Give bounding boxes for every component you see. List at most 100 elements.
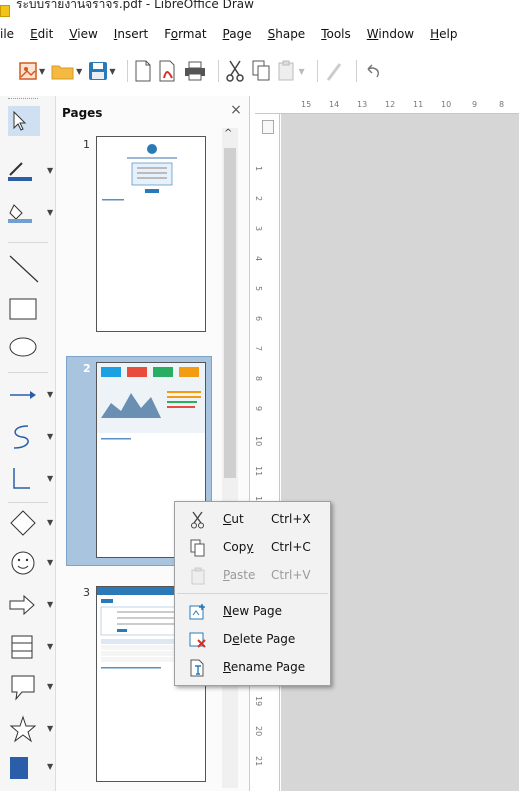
export-pdf-button[interactable]	[158, 57, 178, 85]
paste-icon	[278, 60, 294, 81]
menu-format[interactable]: Format	[156, 27, 214, 41]
paste-button[interactable]: ▼	[277, 57, 305, 85]
menu-page[interactable]: Page	[215, 27, 260, 41]
undo-button[interactable]	[363, 57, 383, 85]
ruler-tick: 4	[254, 256, 263, 262]
chevron-down-icon[interactable]: ▼	[47, 208, 53, 217]
menu-help[interactable]: Help	[422, 27, 465, 41]
line-color-tool[interactable]: ▼	[8, 156, 54, 186]
flowchart-tool[interactable]: ▼	[8, 632, 54, 662]
ruler-tick: 21	[254, 756, 263, 767]
stars-tool[interactable]: ▼	[8, 714, 54, 744]
chevron-down-icon[interactable]: ▼	[47, 724, 53, 733]
basic-shapes-tool[interactable]: ▼	[8, 508, 54, 538]
paste-icon	[191, 567, 205, 585]
ruler-tick: 2	[254, 196, 263, 202]
open-button[interactable]: ▼	[51, 57, 82, 85]
drawing-canvas[interactable]	[281, 114, 519, 791]
connectors-tool[interactable]: ▼	[8, 464, 54, 494]
copy-icon	[252, 60, 270, 81]
select-tool[interactable]	[8, 106, 40, 136]
menu-window[interactable]: Window	[359, 27, 422, 41]
menu-item-shortcut: Ctrl+X	[271, 512, 311, 526]
chevron-down-icon[interactable]: ▼	[47, 432, 53, 441]
block-arrows-tool[interactable]: ▼	[8, 590, 54, 620]
chevron-down-icon[interactable]: ▼	[47, 762, 53, 771]
fill-color-icon	[8, 204, 32, 223]
chevron-down-icon[interactable]: ▼	[47, 642, 53, 651]
chevron-down-icon[interactable]: ▼	[47, 600, 53, 609]
horizontal-ruler[interactable]: 15 14 13 12 11 10 9 8	[255, 96, 519, 114]
chevron-down-icon[interactable]: ▼	[47, 390, 53, 399]
toolbar-separator	[8, 502, 48, 503]
chevron-down-icon[interactable]: ▼	[109, 67, 115, 76]
toolbar-grip[interactable]	[8, 98, 38, 101]
chevron-down-icon[interactable]: ▼	[298, 67, 304, 76]
ruler-indent-marker[interactable]	[262, 120, 274, 134]
menu-item-delete-page[interactable]: Delete Page	[175, 628, 330, 652]
callout-icon	[11, 675, 35, 701]
menu-item-shortcut: Ctrl+C	[271, 540, 311, 554]
cut-button[interactable]	[225, 57, 245, 85]
save-icon	[89, 62, 108, 80]
menu-edit[interactable]: Edit	[22, 27, 61, 41]
menu-file[interactable]: ile	[0, 27, 22, 41]
menu-item-label: Paste	[223, 568, 256, 582]
clone-formatting-button[interactable]	[324, 57, 344, 85]
close-icon[interactable]: ×	[228, 102, 244, 118]
toolbar-separator	[8, 372, 48, 373]
vertical-ruler[interactable]: 1 2 3 4 5 6 7 8 9 10 11 12 13 14 19 20 2…	[254, 114, 280, 791]
open-template-icon	[19, 62, 37, 80]
templates-button[interactable]: ▼	[18, 57, 45, 85]
lines-arrows-tool[interactable]: ▼	[8, 380, 54, 410]
new-page-button[interactable]	[134, 57, 152, 85]
ruler-tick: 7	[254, 346, 263, 352]
chevron-down-icon[interactable]: ▼	[39, 67, 45, 76]
symbol-shapes-tool[interactable]: ▼	[8, 548, 54, 578]
app-icon	[0, 5, 10, 17]
drawing-toolbar: ▼ ▼ ▼ ▼ ▼ ▼ ▼ ▼ ▼ ▼ ▼ ▼	[0, 96, 56, 791]
callouts-tool[interactable]: ▼	[8, 672, 54, 702]
menu-insert[interactable]: Insert	[106, 27, 156, 41]
menu-item-new-page[interactable]: New Page	[175, 600, 330, 624]
chevron-down-icon[interactable]: ▼	[47, 518, 53, 527]
ruler-tick: 20	[254, 726, 263, 737]
menu-item-cut[interactable]: Cut Ctrl+X	[175, 508, 330, 532]
rectangle-tool[interactable]	[8, 294, 54, 324]
diamond-icon	[10, 510, 36, 536]
ruler-tick: 8	[499, 100, 505, 109]
copy-button[interactable]	[251, 57, 271, 85]
line-color-icon	[8, 162, 32, 181]
page-thumbnail-1[interactable]: 1	[66, 134, 212, 334]
title-bar: ระบบรายงานจราจร.pdf - LibreOffice Draw	[0, 0, 519, 22]
print-button[interactable]	[184, 57, 206, 85]
menu-item-copy[interactable]: Copy Ctrl+C	[175, 536, 330, 560]
panel-scrollbar[interactable]: ^	[222, 128, 238, 788]
ellipse-tool[interactable]	[8, 332, 54, 362]
chevron-down-icon[interactable]: ▼	[47, 474, 53, 483]
fill-color-tool[interactable]: ▼	[8, 198, 54, 228]
3d-objects-tool[interactable]: ▼	[8, 752, 54, 782]
menu-item-paste[interactable]: Paste Ctrl+V	[175, 564, 330, 588]
undo-icon	[367, 64, 379, 78]
menu-tools[interactable]: Tools	[313, 27, 359, 41]
new-page-icon	[135, 60, 151, 82]
line-tool[interactable]	[8, 254, 54, 284]
scroll-up-icon[interactable]: ^	[224, 128, 232, 139]
chevron-down-icon[interactable]: ▼	[47, 682, 53, 691]
save-button[interactable]: ▼	[88, 57, 115, 85]
chevron-down-icon[interactable]: ▼	[47, 166, 53, 175]
curves-tool[interactable]: ▼	[8, 422, 54, 452]
ruler-tick: 6	[254, 316, 263, 322]
menu-view[interactable]: View	[61, 27, 105, 41]
delete-page-icon	[189, 632, 206, 648]
chevron-down-icon[interactable]: ▼	[76, 67, 82, 76]
menu-item-rename-page[interactable]: Rename Page	[175, 656, 330, 680]
block-arrow-icon	[9, 594, 35, 616]
ruler-tick: 10	[441, 100, 452, 109]
panel-title: Pages	[62, 106, 103, 120]
scroll-thumb[interactable]	[224, 148, 236, 478]
toolbar-separator	[316, 60, 318, 82]
menu-shape[interactable]: Shape	[260, 27, 314, 41]
chevron-down-icon[interactable]: ▼	[47, 558, 53, 567]
